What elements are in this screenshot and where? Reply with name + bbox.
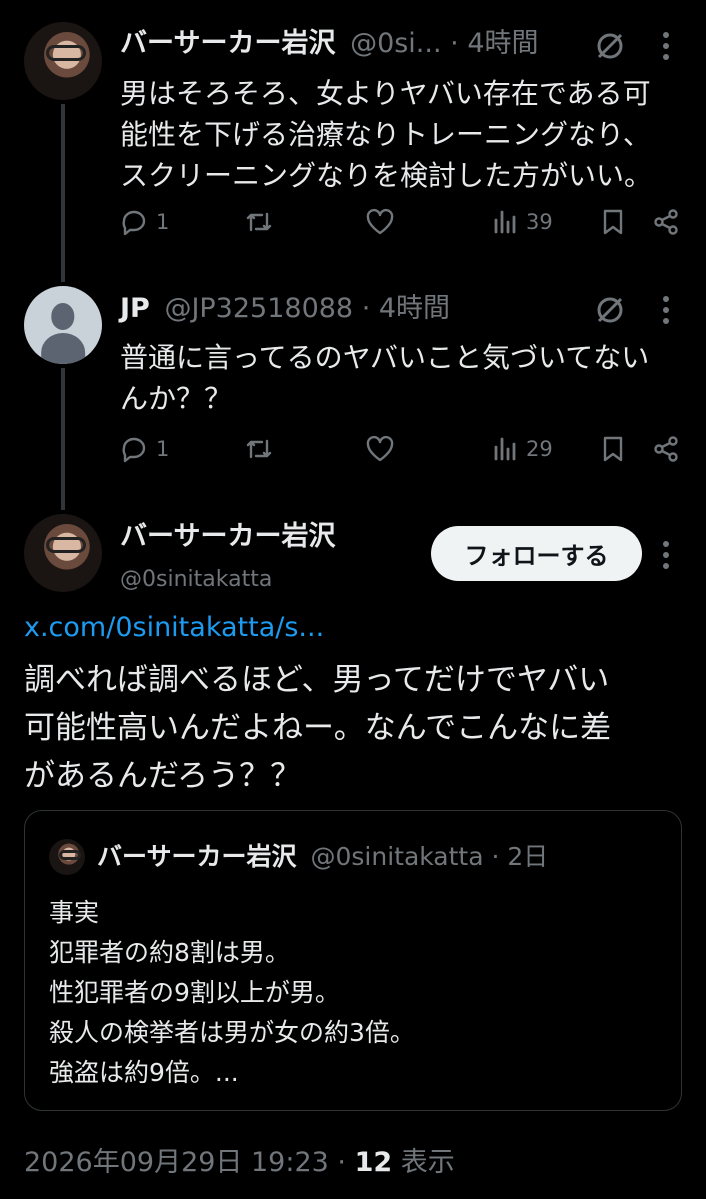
quote-author-handle: @0sinitakatta bbox=[310, 842, 484, 871]
tweet-datetime[interactable]: 2026年09月29日 19:23 bbox=[24, 1147, 329, 1178]
share-button[interactable] bbox=[652, 208, 680, 236]
grok-icon[interactable] bbox=[594, 294, 626, 326]
more-icon[interactable] bbox=[661, 540, 671, 570]
bookmark-icon bbox=[603, 436, 623, 462]
like-icon bbox=[366, 208, 394, 235]
views-button[interactable]: 39 bbox=[492, 208, 553, 236]
author-name[interactable]: バーサーカー岩沢 bbox=[120, 28, 335, 59]
author-handle[interactable]: @0si... bbox=[350, 28, 442, 59]
reply-icon bbox=[122, 437, 146, 463]
avatar[interactable] bbox=[24, 514, 102, 592]
like-button[interactable] bbox=[365, 208, 395, 236]
views-icon bbox=[494, 210, 516, 234]
bookmark-icon bbox=[603, 209, 623, 235]
quote-header: バーサーカー岩沢 @0sinitakatta · 2日 bbox=[97, 842, 549, 871]
reply-icon bbox=[122, 210, 146, 236]
tweet-time[interactable]: 4時間 bbox=[467, 28, 538, 59]
more-icon[interactable] bbox=[661, 295, 671, 325]
avatar bbox=[49, 839, 85, 875]
view-count: 29 bbox=[526, 437, 553, 461]
thread-line bbox=[61, 368, 65, 510]
quote-tweet-card[interactable]: バーサーカー岩沢 @0sinitakatta · 2日 事実 犯罪者の約8割は男… bbox=[24, 810, 682, 1111]
avatar[interactable] bbox=[24, 286, 102, 364]
bookmark-button[interactable] bbox=[600, 208, 626, 236]
reply-count: 1 bbox=[156, 437, 170, 461]
author-name[interactable]: バーサーカー岩沢 bbox=[120, 520, 335, 554]
tweet-header: JP @JP32518088 · 4時間 bbox=[120, 293, 451, 324]
reply-button[interactable]: 1 bbox=[120, 435, 169, 463]
author-name[interactable]: JP bbox=[120, 293, 150, 324]
repost-button[interactable] bbox=[244, 435, 274, 463]
share-button[interactable] bbox=[652, 435, 680, 463]
bookmark-button[interactable] bbox=[600, 435, 626, 463]
tweet-text: 調べれば調べるほど、男ってだけでヤバい 可能性高いんだよねー。なんでこんなに差 … bbox=[24, 662, 612, 794]
share-icon bbox=[654, 436, 678, 462]
follow-button[interactable]: フォローする bbox=[431, 526, 642, 581]
tweet-text: 男はそろそろ、女よりヤバい存在である可 能性を下げる治療なりトレーニングなり、 … bbox=[120, 77, 653, 192]
repost-button[interactable] bbox=[244, 208, 274, 236]
tweet-link[interactable]: x.com/0sinitakatta/s... bbox=[24, 612, 324, 643]
more-icon[interactable] bbox=[661, 31, 671, 61]
author-handle[interactable]: @JP32518088 bbox=[164, 293, 353, 324]
tweet-header: バーサーカー岩沢 @0si... · 4時間 bbox=[120, 28, 539, 59]
action-bar: 1 29 bbox=[120, 435, 684, 475]
action-bar: 1 39 bbox=[120, 208, 684, 248]
repost-icon bbox=[246, 212, 272, 232]
tweet-meta: 2026年09月29日 19:23 · 12 表示 bbox=[24, 1147, 455, 1178]
reply-button[interactable]: 1 bbox=[120, 208, 169, 236]
views-icon bbox=[494, 437, 516, 461]
views-button[interactable]: 29 bbox=[492, 435, 553, 463]
like-button[interactable] bbox=[365, 435, 395, 463]
quote-time: 2日 bbox=[507, 842, 549, 871]
tweet-time[interactable]: 4時間 bbox=[379, 293, 450, 324]
author-handle[interactable]: @0sinitakatta bbox=[120, 563, 272, 597]
like-icon bbox=[366, 435, 394, 462]
view-label: 表示 bbox=[400, 1147, 455, 1178]
grok-icon[interactable] bbox=[594, 30, 626, 62]
repost-icon bbox=[246, 439, 272, 459]
thread-line bbox=[61, 104, 65, 282]
quote-text: 事実 犯罪者の約8割は男。 性犯罪者の9割以上が男。 殺人の検挙者は男が女の約3… bbox=[49, 898, 415, 1087]
quote-author-name: バーサーカー岩沢 bbox=[97, 842, 297, 871]
tweet-text: 普通に言ってるのヤバいこと気づいてない んか？？ bbox=[120, 341, 650, 415]
share-icon bbox=[654, 209, 678, 235]
reply-count: 1 bbox=[156, 210, 170, 234]
avatar[interactable] bbox=[24, 22, 102, 100]
view-count: 39 bbox=[526, 210, 553, 234]
view-count: 12 bbox=[354, 1147, 393, 1178]
